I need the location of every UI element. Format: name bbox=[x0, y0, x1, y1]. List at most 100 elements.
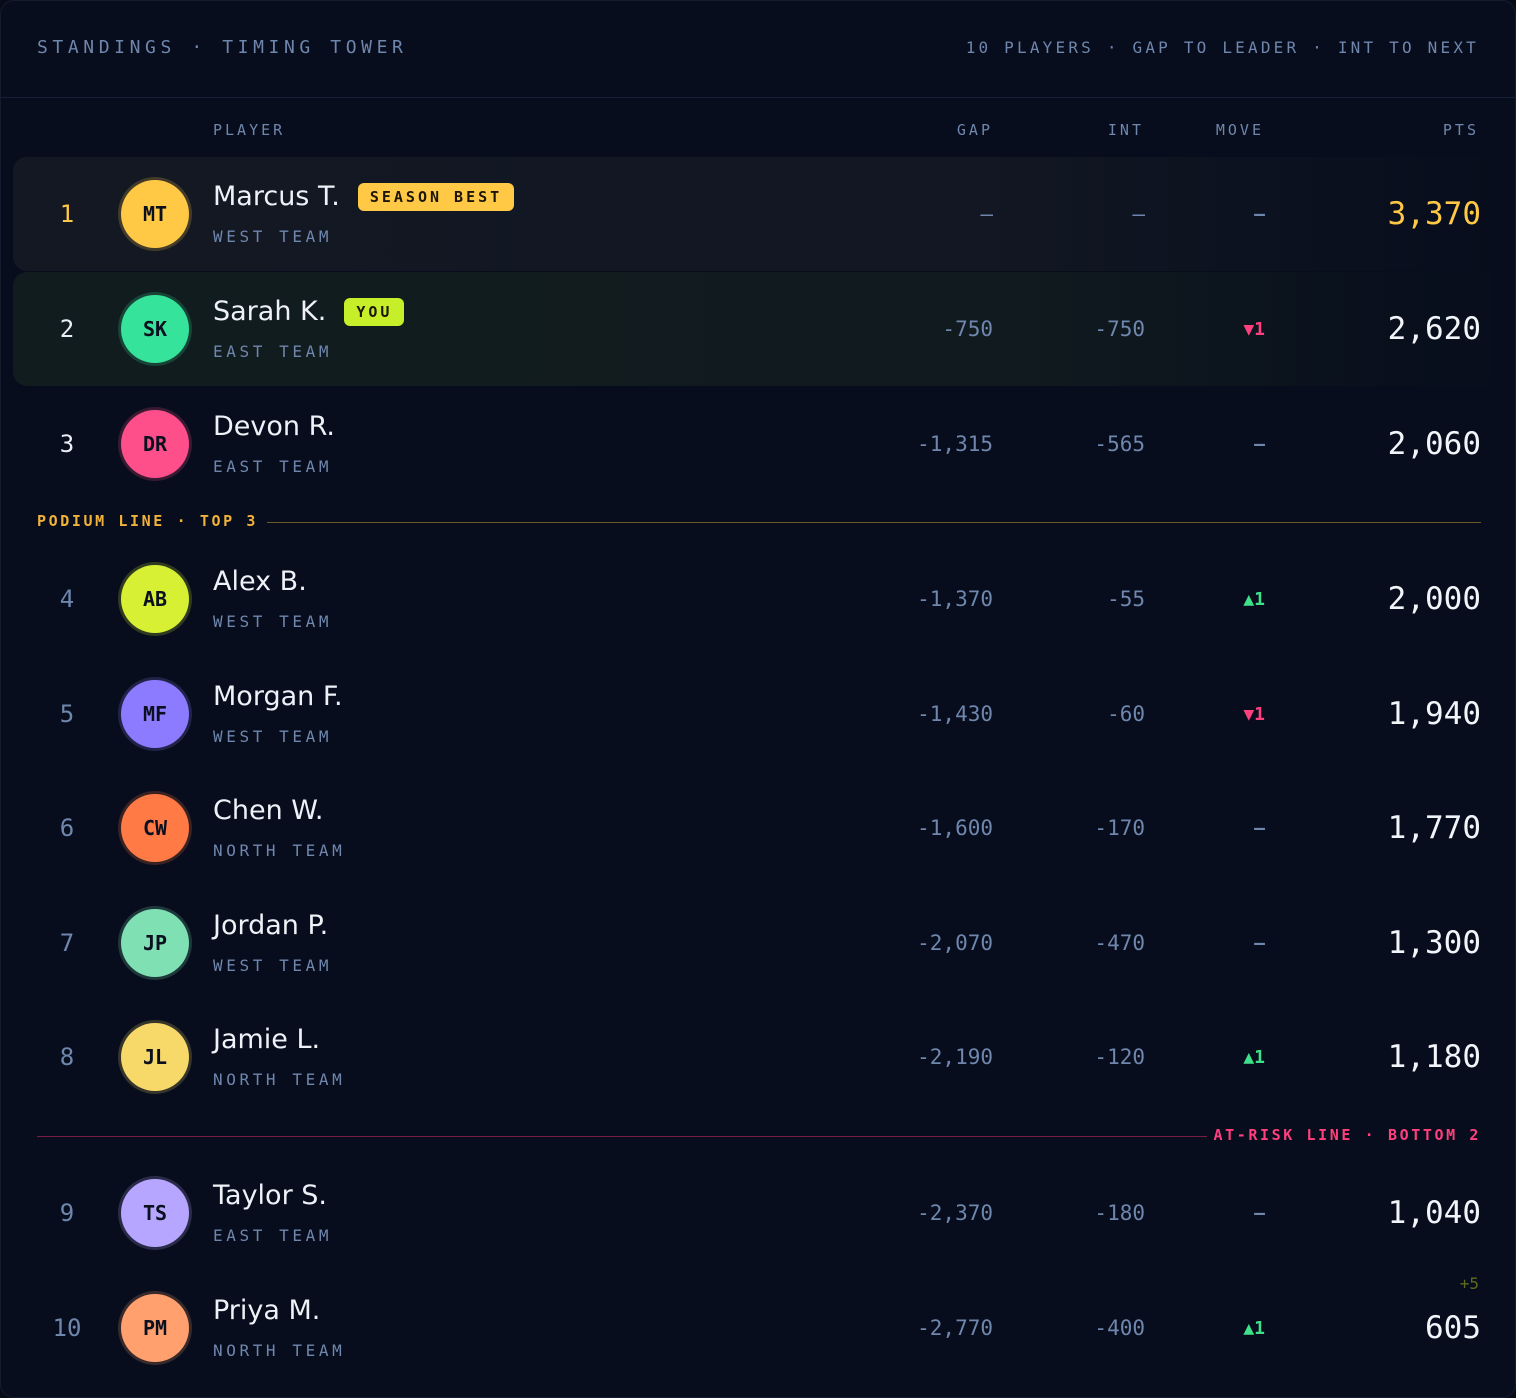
position-move: ▼1 bbox=[1243, 318, 1265, 340]
player-team: WEST TEAM bbox=[213, 227, 333, 246]
gap-to-leader: -1,370 bbox=[917, 587, 993, 611]
player-name: Morgan F. bbox=[213, 681, 343, 712]
standings-row[interactable]: 8 JL Jamie L. NORTH TEAM -2,190 -120 ▲1 1,180 bbox=[13, 1000, 1505, 1114]
points-delta: +5 bbox=[1459, 1274, 1479, 1293]
player-name-line: Morgan F. bbox=[213, 681, 343, 712]
avatar: DR bbox=[121, 410, 189, 478]
player-team: EAST TEAM bbox=[213, 342, 333, 361]
position-move: ▲1 bbox=[1243, 1317, 1265, 1339]
gap-to-leader: -1,315 bbox=[917, 432, 993, 456]
player-name: Marcus T. bbox=[213, 181, 340, 212]
points: 1,940 bbox=[1387, 696, 1481, 732]
points: 2,620 bbox=[1387, 311, 1481, 347]
avatar: PM bbox=[121, 1294, 189, 1362]
player-team: NORTH TEAM bbox=[213, 1070, 346, 1089]
player-name-line: Jordan P. bbox=[213, 910, 328, 941]
interval-to-next: -55 bbox=[1107, 587, 1145, 611]
position-move: — bbox=[1254, 817, 1265, 839]
gap-to-leader: — bbox=[980, 202, 993, 226]
player-name: Jordan P. bbox=[213, 910, 329, 941]
interval-to-next: — bbox=[1132, 202, 1145, 226]
column-header-pts[interactable]: PTS bbox=[1443, 121, 1479, 139]
at-risk-line-label: AT-RISK LINE · BOTTOM 2 bbox=[1213, 1126, 1481, 1144]
player-team: NORTH TEAM bbox=[213, 841, 346, 860]
standings-row[interactable]: 4 AB Alex B. WEST TEAM -1,370 -55 ▲1 2,000 bbox=[13, 542, 1505, 656]
standings-row[interactable]: 5 MF Morgan F. WEST TEAM -1,430 -60 ▼1 1,940 bbox=[13, 657, 1505, 771]
interval-to-next: -180 bbox=[1094, 1201, 1145, 1225]
player-name-line: Sarah K. YOU bbox=[213, 296, 405, 327]
avatar: AB bbox=[121, 565, 189, 633]
standings-row[interactable]: 6 CW Chen W. NORTH TEAM -1,600 -170—1,770 bbox=[13, 771, 1505, 885]
standings-row[interactable]: 1 MT Marcus T. SEASON BEST WEST TEAM — — —3,370 bbox=[13, 157, 1505, 271]
panel-title: STANDINGS · TIMING TOWER bbox=[37, 37, 408, 58]
position-move: ▲1 bbox=[1243, 1046, 1265, 1068]
player-name: Taylor S. bbox=[213, 1180, 327, 1211]
podium-line-rule bbox=[267, 522, 1481, 523]
player-name-line: Jamie L. bbox=[213, 1024, 320, 1055]
gap-to-leader: -750 bbox=[942, 317, 993, 341]
player-name: Chen W. bbox=[213, 795, 324, 826]
player-name-line: Priya M. bbox=[213, 1295, 320, 1326]
player-name-line: Devon R. bbox=[213, 411, 335, 442]
gap-to-leader: -1,600 bbox=[917, 816, 993, 840]
interval-to-next: -565 bbox=[1094, 432, 1145, 456]
player-name: Alex B. bbox=[213, 566, 307, 597]
panel-meta: 10 PLAYERS · GAP TO LEADER · INT TO NEXT bbox=[965, 38, 1479, 57]
player-team: NORTH TEAM bbox=[213, 1341, 346, 1360]
player-badge: SEASON BEST bbox=[357, 182, 515, 211]
podium-line-label: PODIUM LINE · TOP 3 bbox=[37, 512, 258, 530]
podium-line: PODIUM LINE · TOP 3 bbox=[37, 512, 1481, 532]
gap-to-leader: -2,770 bbox=[917, 1316, 993, 1340]
avatar: TS bbox=[121, 1179, 189, 1247]
gap-to-leader: -2,370 bbox=[917, 1201, 993, 1225]
at-risk-line: AT-RISK LINE · BOTTOM 2 bbox=[37, 1126, 1481, 1146]
avatar: JL bbox=[121, 1023, 189, 1091]
standings-row[interactable]: 10 PM Priya M. NORTH TEAM -2,770 -400 ▲1 605 bbox=[13, 1271, 1505, 1385]
standings-panel: STANDINGS · TIMING TOWER 10 PLAYERS · GA… bbox=[0, 0, 1516, 1398]
points: 3,370 bbox=[1387, 196, 1481, 232]
player-badge: YOU bbox=[344, 297, 405, 326]
position-move: ▲1 bbox=[1243, 588, 1265, 610]
column-header-int[interactable]: INT bbox=[1108, 121, 1144, 139]
avatar: MT bbox=[121, 180, 189, 248]
player-name-line: Alex B. bbox=[213, 566, 307, 597]
column-header-move[interactable]: MOVE bbox=[1216, 121, 1264, 139]
position-move: — bbox=[1254, 203, 1265, 225]
player-name: Priya M. bbox=[213, 1295, 321, 1326]
interval-to-next: -400 bbox=[1094, 1316, 1145, 1340]
panel-header: STANDINGS · TIMING TOWER 10 PLAYERS · GA… bbox=[1, 1, 1515, 98]
points: 1,180 bbox=[1387, 1039, 1481, 1075]
standings-row[interactable]: 9 TS Taylor S. EAST TEAM -2,370 -180—1,040 bbox=[13, 1156, 1505, 1270]
avatar: CW bbox=[121, 794, 189, 862]
gap-to-leader: -2,070 bbox=[917, 931, 993, 955]
points: 1,770 bbox=[1387, 810, 1481, 846]
standings-row[interactable]: 7 JP Jordan P. WEST TEAM -2,070 -470—1,300 bbox=[13, 886, 1505, 1000]
player-name-line: Chen W. bbox=[213, 795, 323, 826]
standings-row[interactable]: 2 SK Sarah K. YOU EAST TEAM -750 -750 ▼1 2,620 bbox=[13, 272, 1505, 386]
position-move: — bbox=[1254, 932, 1265, 954]
avatar: JP bbox=[121, 909, 189, 977]
column-header-gap[interactable]: GAP bbox=[957, 121, 993, 139]
column-header-player[interactable]: PLAYER bbox=[213, 121, 285, 139]
points: 1,040 bbox=[1387, 1195, 1481, 1231]
interval-to-next: -120 bbox=[1094, 1045, 1145, 1069]
position-move: — bbox=[1254, 1202, 1265, 1224]
standings-row[interactable]: 3 DR Devon R. EAST TEAM -1,315 -565—2,060 bbox=[13, 387, 1505, 501]
player-name: Devon R. bbox=[213, 411, 335, 442]
player-name-line: Taylor S. bbox=[213, 1180, 327, 1211]
player-team: WEST TEAM bbox=[213, 956, 333, 975]
points: 1,300 bbox=[1387, 925, 1481, 961]
player-team: EAST TEAM bbox=[213, 457, 333, 476]
interval-to-next: -470 bbox=[1094, 931, 1145, 955]
gap-to-leader: -2,190 bbox=[917, 1045, 993, 1069]
interval-to-next: -750 bbox=[1094, 317, 1145, 341]
player-team: WEST TEAM bbox=[213, 727, 333, 746]
player-name: Jamie L. bbox=[213, 1024, 321, 1055]
points: 2,060 bbox=[1387, 426, 1481, 462]
position-move: — bbox=[1254, 433, 1265, 455]
gap-to-leader: -1,430 bbox=[917, 702, 993, 726]
position-move: ▼1 bbox=[1243, 703, 1265, 725]
interval-to-next: -60 bbox=[1107, 702, 1145, 726]
interval-to-next: -170 bbox=[1094, 816, 1145, 840]
avatar: SK bbox=[121, 295, 189, 363]
